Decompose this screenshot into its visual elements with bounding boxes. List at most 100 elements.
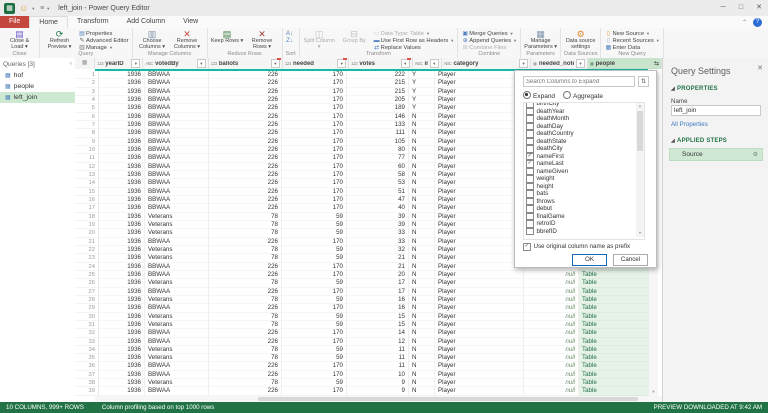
tab-home[interactable]: Home bbox=[29, 16, 68, 28]
cell-ballots[interactable]: 226 bbox=[209, 138, 282, 146]
cell-votes[interactable]: 16 bbox=[347, 304, 409, 312]
cell-votedBy[interactable]: BBWAA bbox=[145, 121, 209, 129]
cell-votes[interactable]: 77 bbox=[347, 154, 409, 162]
cell-votedBy[interactable]: Veterans bbox=[145, 221, 209, 229]
cell-category[interactable]: Player bbox=[435, 196, 524, 204]
cell-votes[interactable]: 105 bbox=[347, 138, 409, 146]
checkbox-unchecked-icon[interactable] bbox=[526, 130, 534, 138]
filter-icon[interactable]: ▼ bbox=[271, 59, 280, 68]
cell-votedBy[interactable]: BBWAA bbox=[145, 338, 209, 346]
filter-icon[interactable]: ▼ bbox=[337, 59, 346, 68]
row-number[interactable]: 4 bbox=[75, 96, 99, 104]
cell-category[interactable]: Player bbox=[435, 313, 524, 321]
cell-ballots[interactable]: 226 bbox=[209, 146, 282, 154]
cell-needed[interactable]: 170 bbox=[282, 338, 347, 346]
cell-needed_note[interactable]: null bbox=[524, 362, 579, 370]
query-item-left_join[interactable]: ▦left_join bbox=[0, 92, 75, 103]
cell-inducted[interactable]: N bbox=[409, 196, 435, 204]
data-source-settings-button[interactable]: ⚙Data source settings bbox=[564, 28, 597, 51]
cell-ballots[interactable]: 226 bbox=[209, 188, 282, 196]
cell-yearID[interactable]: 1936 bbox=[99, 96, 145, 104]
cell-inducted[interactable]: N bbox=[409, 154, 435, 162]
cell-yearID[interactable]: 1936 bbox=[99, 196, 145, 204]
cell-ballots[interactable]: 78 bbox=[209, 296, 282, 304]
cell-votes[interactable]: 215 bbox=[347, 79, 409, 87]
cell-yearID[interactable]: 1936 bbox=[99, 154, 145, 162]
cell-ballots[interactable]: 226 bbox=[209, 304, 282, 312]
cell-needed_note[interactable]: null bbox=[524, 387, 579, 395]
cell-category[interactable]: Player bbox=[435, 204, 524, 212]
scroll-down-icon[interactable]: ▼ bbox=[649, 388, 658, 396]
cell-inducted[interactable]: N bbox=[409, 113, 435, 121]
cell-yearID[interactable]: 1936 bbox=[99, 71, 145, 79]
expand-radio[interactable]: Expand bbox=[523, 91, 555, 100]
checklist-item-bats[interactable]: bats bbox=[524, 190, 644, 198]
cell-inducted[interactable]: N bbox=[409, 138, 435, 146]
cell-ballots[interactable]: 226 bbox=[209, 387, 282, 395]
cell-needed[interactable]: 170 bbox=[282, 163, 347, 171]
cell-votedBy[interactable]: Veterans bbox=[145, 313, 209, 321]
cell-votedBy[interactable]: BBWAA bbox=[145, 88, 209, 96]
applied-steps-heading[interactable]: ◢APPLIED STEPS bbox=[671, 138, 727, 144]
cell-yearID[interactable]: 1936 bbox=[99, 387, 145, 395]
cell-votedBy[interactable]: Veterans bbox=[145, 229, 209, 237]
cell-people[interactable]: Table bbox=[579, 346, 652, 354]
cell-category[interactable]: Player bbox=[435, 146, 524, 154]
checklist-item-throws[interactable]: throws bbox=[524, 198, 644, 206]
cell-votes[interactable]: 17 bbox=[347, 288, 409, 296]
cell-votedBy[interactable]: BBWAA bbox=[145, 71, 209, 79]
quick-access-caret-icon[interactable]: ▼ bbox=[46, 6, 50, 11]
row-number[interactable]: 23 bbox=[75, 254, 99, 262]
checkbox-unchecked-icon[interactable] bbox=[526, 205, 534, 213]
cell-people[interactable]: Table bbox=[579, 354, 652, 362]
cell-votes[interactable]: 14 bbox=[347, 329, 409, 337]
cell-needed[interactable]: 170 bbox=[282, 179, 347, 187]
cell-ballots[interactable]: 226 bbox=[209, 96, 282, 104]
cell-needed[interactable]: 170 bbox=[282, 121, 347, 129]
checkbox-unchecked-icon[interactable] bbox=[526, 168, 534, 176]
checklist-item-retroID[interactable]: retroID bbox=[524, 220, 644, 228]
cell-inducted[interactable]: N bbox=[409, 321, 435, 329]
cell-ballots[interactable]: 226 bbox=[209, 154, 282, 162]
close-and-load-button[interactable]: ▤Close & Load ▾ bbox=[3, 28, 36, 51]
column-header-yearID[interactable]: 123yearID▼ bbox=[95, 58, 143, 69]
checkbox-unchecked-icon[interactable] bbox=[526, 190, 534, 198]
cell-yearID[interactable]: 1936 bbox=[99, 221, 145, 229]
cell-needed_note[interactable]: null bbox=[524, 329, 579, 337]
remove-columns-button[interactable]: ✕Remove Columns ▾ bbox=[171, 28, 204, 51]
cell-needed[interactable]: 170 bbox=[282, 196, 347, 204]
cell-votes[interactable]: 11 bbox=[347, 362, 409, 370]
cell-category[interactable]: Player bbox=[435, 179, 524, 187]
query-item-people[interactable]: ▦people bbox=[0, 81, 75, 92]
enter-data-button[interactable]: ▦Enter Data bbox=[604, 44, 659, 51]
row-number[interactable]: 33 bbox=[75, 338, 99, 346]
cell-votedBy[interactable]: Veterans bbox=[145, 296, 209, 304]
filter-icon[interactable]: ▼ bbox=[519, 59, 528, 68]
cell-ballots[interactable]: 226 bbox=[209, 104, 282, 112]
checklist-item-finalGame[interactable]: finalGame bbox=[524, 213, 644, 221]
cell-inducted[interactable]: N bbox=[409, 279, 435, 287]
cell-inducted[interactable]: N bbox=[409, 304, 435, 312]
cell-votes[interactable]: 15 bbox=[347, 313, 409, 321]
refresh-preview-button[interactable]: ⟳Refresh Preview ▾ bbox=[43, 28, 76, 51]
row-number[interactable]: 3 bbox=[75, 88, 99, 96]
cell-yearID[interactable]: 1936 bbox=[99, 346, 145, 354]
cell-yearID[interactable]: 1936 bbox=[99, 371, 145, 379]
cell-people[interactable]: Table bbox=[579, 338, 652, 346]
cell-needed[interactable]: 170 bbox=[282, 362, 347, 370]
cell-votes[interactable]: 60 bbox=[347, 163, 409, 171]
cell-votedBy[interactable]: BBWAA bbox=[145, 271, 209, 279]
cell-inducted[interactable]: N bbox=[409, 254, 435, 262]
cell-yearID[interactable]: 1936 bbox=[99, 313, 145, 321]
cell-inducted[interactable]: Y bbox=[409, 71, 435, 79]
cell-needed[interactable]: 170 bbox=[282, 96, 347, 104]
cell-inducted[interactable]: N bbox=[409, 354, 435, 362]
cell-needed[interactable]: 59 bbox=[282, 221, 347, 229]
replace-values-button[interactable]: ⇄Replace Values bbox=[373, 44, 455, 51]
cell-ballots[interactable]: 78 bbox=[209, 221, 282, 229]
cell-needed[interactable]: 59 bbox=[282, 346, 347, 354]
close-button[interactable]: ✕ bbox=[750, 0, 768, 16]
row-number[interactable]: 27 bbox=[75, 288, 99, 296]
column-header-inducted[interactable]: ABCinducted▼ bbox=[413, 58, 442, 69]
cell-needed[interactable]: 170 bbox=[282, 154, 347, 162]
